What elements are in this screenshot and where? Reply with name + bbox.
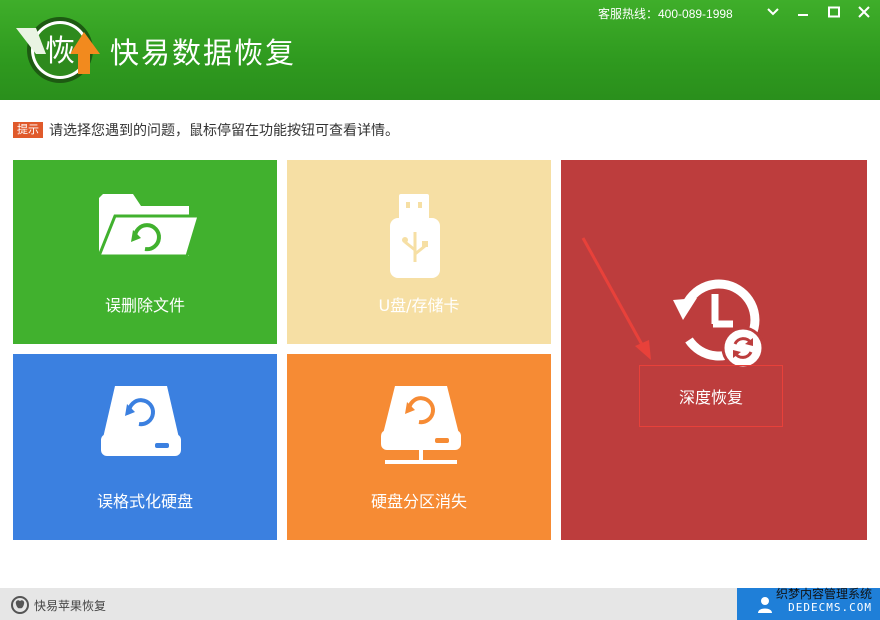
tile-label: 硬盘分区消失 bbox=[370, 492, 467, 511]
tile-deep-recovery[interactable]: 深度恢复 bbox=[561, 160, 867, 540]
footer-bar: 快易苹果恢复 织梦内容管理系统 DEDECMS.COM bbox=[0, 588, 880, 620]
minimize-icon bbox=[798, 14, 808, 16]
watermark: 织梦内容管理系统 DEDECMS.COM bbox=[775, 587, 872, 615]
title-bar: 恢 快易数据恢复 客服热线：400-089-1998 bbox=[0, 0, 880, 100]
watermark-line2: DEDECMS.COM bbox=[788, 601, 872, 614]
tile-label: U盘/存储卡 bbox=[378, 296, 460, 315]
service-hotline: 客服热线：400-089-1998 bbox=[598, 7, 733, 21]
tile-deleted-files[interactable]: 误删除文件 bbox=[13, 160, 277, 344]
logo-char: 恢 bbox=[45, 34, 75, 69]
tile-label: 深度恢复 bbox=[678, 388, 743, 407]
folder-refresh-icon bbox=[96, 194, 201, 258]
apple-recovery-label: 快易苹果恢复 bbox=[34, 598, 107, 613]
logo-icon: 恢 bbox=[16, 17, 100, 83]
user-icon bbox=[758, 597, 772, 613]
hint-badge: 提示 bbox=[13, 122, 43, 138]
tile-formatted-disk[interactable]: 误格式化硬盘 bbox=[13, 354, 277, 540]
footer-panel: 织梦内容管理系统 DEDECMS.COM bbox=[737, 588, 880, 620]
hint-bar: 提示 请选择您遇到的问题，鼠标停留在功能按钮可查看详情。 bbox=[13, 120, 399, 140]
chevron-down-icon bbox=[767, 8, 779, 16]
app-title: 快易数据恢复 bbox=[110, 36, 297, 70]
tile-partition-lost[interactable]: 硬盘分区消失 bbox=[287, 354, 551, 540]
maximize-icon bbox=[828, 6, 840, 18]
apple-recovery-icon bbox=[11, 596, 29, 614]
watermark-line1: 织梦内容管理系统 bbox=[775, 587, 872, 601]
deep-recovery-highlight[interactable]: 深度恢复 bbox=[639, 365, 783, 427]
apple-recovery-link[interactable]: 快易苹果恢复 bbox=[10, 596, 106, 614]
usb-drive-icon bbox=[390, 194, 440, 278]
tile-label: 误删除文件 bbox=[104, 296, 185, 315]
network-disk-icon bbox=[381, 386, 461, 464]
maximize-button[interactable] bbox=[823, 2, 845, 22]
hint-text: 请选择您遇到的问题，鼠标停留在功能按钮可查看详情。 bbox=[49, 123, 399, 139]
minimize-button[interactable] bbox=[792, 2, 814, 22]
tile-usb-storage[interactable]: U盘/存储卡 bbox=[287, 160, 551, 344]
pointer-arrow-icon bbox=[581, 237, 651, 360]
app-logo: 恢 bbox=[14, 14, 102, 86]
hard-disk-icon bbox=[101, 386, 181, 456]
close-button[interactable] bbox=[853, 2, 875, 22]
tile-label: 误格式化硬盘 bbox=[96, 492, 193, 511]
close-icon bbox=[858, 6, 870, 18]
chevron-down-button[interactable] bbox=[762, 2, 784, 22]
history-refresh-icon bbox=[673, 279, 765, 370]
